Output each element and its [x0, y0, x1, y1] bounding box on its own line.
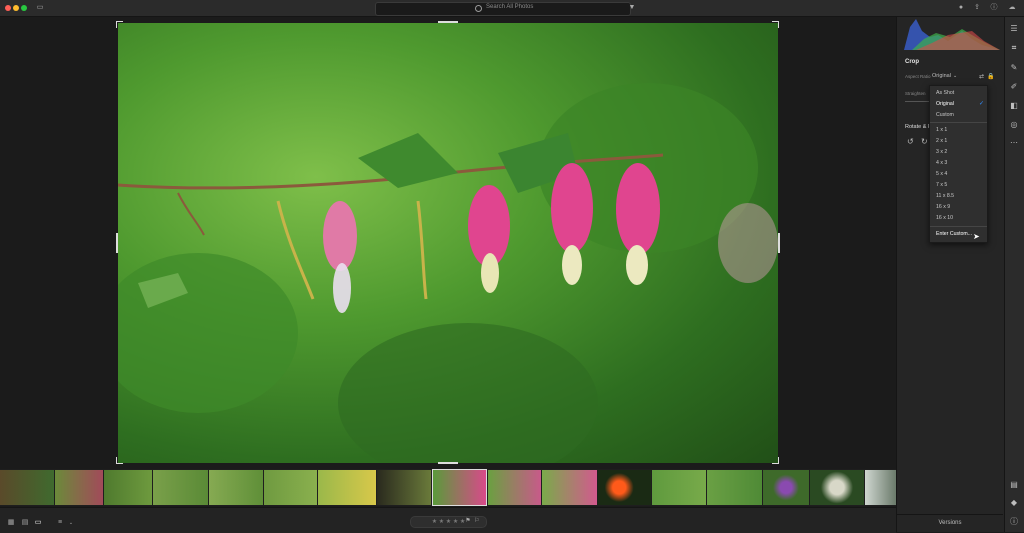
- minimize-window-button[interactable]: [13, 5, 19, 11]
- menu-item-ratio[interactable]: 11 x 8.5: [936, 193, 954, 199]
- info-icon[interactable]: ⓘ: [1009, 517, 1019, 527]
- search-icon: [475, 5, 482, 12]
- thumbnail[interactable]: [488, 470, 541, 505]
- menu-item-ratio[interactable]: 7 x 5: [936, 182, 947, 188]
- menu-item-ratio[interactable]: 2 x 1: [936, 138, 947, 144]
- sort-chevron-icon[interactable]: ⌄: [67, 519, 75, 527]
- photo-grid-view-icon[interactable]: ▤: [21, 519, 29, 527]
- rotate-left-icon[interactable]: ↺: [907, 137, 914, 146]
- filter-icon[interactable]: ▼: [628, 4, 636, 12]
- menu-item-ratio[interactable]: 1 x 1: [936, 127, 947, 133]
- menu-item-custom[interactable]: Custom: [936, 112, 954, 118]
- edit-sliders-icon[interactable]: ☰: [1009, 24, 1019, 34]
- square-grid-view-icon[interactable]: ▦: [7, 519, 15, 527]
- cloud-sync-icon[interactable]: ☁: [1008, 4, 1016, 12]
- thumbnail-selected[interactable]: [432, 469, 487, 506]
- menu-item-ratio[interactable]: 5 x 4: [936, 171, 947, 177]
- crop-handle-right[interactable]: [778, 233, 780, 253]
- keywords-icon[interactable]: ◆: [1009, 498, 1019, 508]
- swap-orientation-icon[interactable]: ⇄: [979, 73, 984, 80]
- crop-handle-bottom[interactable]: [438, 462, 458, 464]
- menu-item-enter-custom[interactable]: Enter Custom...: [936, 231, 972, 237]
- straighten-label: Straighten: [905, 91, 926, 96]
- comments-icon[interactable]: ▤: [1009, 480, 1019, 490]
- share-icon[interactable]: ⇪: [973, 4, 981, 12]
- crop-panel-title: Crop: [905, 59, 919, 65]
- menu-item-ratio[interactable]: 3 x 2: [936, 149, 947, 155]
- aspect-ratio-dropdown[interactable]: Original: [932, 73, 951, 79]
- crop-handle-left[interactable]: [116, 233, 118, 253]
- histogram: [904, 19, 1000, 50]
- help-icon[interactable]: ⓘ: [990, 4, 998, 12]
- checkmark-icon: ✓: [979, 101, 985, 107]
- thumbnail[interactable]: [104, 470, 152, 505]
- sidebar-toggle-icon[interactable]: ▭: [36, 4, 44, 12]
- menu-item-ratio[interactable]: 16 x 9: [936, 204, 950, 210]
- chevron-down-icon[interactable]: ⌄: [953, 73, 957, 79]
- versions-button[interactable]: Versions: [897, 514, 1003, 531]
- thumbnail[interactable]: [55, 470, 103, 505]
- thumbnail[interactable]: [318, 470, 376, 505]
- close-window-button[interactable]: [5, 5, 11, 11]
- mouse-cursor-icon: ➤: [973, 232, 980, 241]
- crop-handle-bottom-right[interactable]: [772, 457, 779, 464]
- thumbnail[interactable]: [598, 470, 651, 505]
- menu-item-as-shot[interactable]: As Shot: [936, 90, 954, 96]
- detail-view-icon[interactable]: ▭: [34, 519, 42, 527]
- crop-icon[interactable]: ⌗: [1009, 43, 1019, 53]
- healing-brush-icon[interactable]: ✎: [1009, 63, 1019, 73]
- tool-rail: [1004, 17, 1024, 532]
- thumbnail[interactable]: [763, 470, 809, 505]
- flag-icon[interactable]: ⚑: [464, 517, 472, 525]
- thumbnail[interactable]: [865, 470, 896, 505]
- thumbnail[interactable]: [153, 470, 208, 505]
- thumbnail[interactable]: [264, 470, 317, 505]
- menu-divider: [930, 226, 987, 227]
- flower-3: [551, 163, 593, 253]
- rotate-right-icon[interactable]: ↻: [921, 137, 928, 146]
- menu-divider: [930, 122, 987, 123]
- thumbnail[interactable]: [652, 470, 706, 505]
- thumbnail[interactable]: [0, 470, 54, 505]
- aspect-ratio-menu: As Shot Original ✓ Custom 1 x 1 2 x 1 3 …: [929, 85, 988, 243]
- thumbnail[interactable]: [542, 470, 597, 505]
- radial-gradient-icon[interactable]: ◎: [1009, 120, 1019, 130]
- crop-handle-top-left[interactable]: [116, 21, 123, 28]
- aspect-ratio-label: Aspect Ratio: [905, 74, 931, 79]
- linear-gradient-icon[interactable]: ◧: [1009, 101, 1019, 111]
- search-placeholder: Search All Photos: [486, 4, 534, 10]
- zoom-window-button[interactable]: [21, 5, 27, 11]
- flower-4: [616, 163, 660, 255]
- crop-handle-bottom-left[interactable]: [116, 457, 123, 464]
- menu-item-ratio[interactable]: 4 x 3: [936, 160, 947, 166]
- crop-handle-top[interactable]: [438, 21, 458, 23]
- menu-item-ratio[interactable]: 16 x 10: [936, 215, 953, 221]
- thumbnail[interactable]: [810, 470, 864, 505]
- brush-icon[interactable]: ✐: [1009, 82, 1019, 92]
- lock-icon[interactable]: 🔒: [987, 73, 994, 80]
- thumbnail[interactable]: [707, 470, 762, 505]
- thumbnail[interactable]: [377, 470, 431, 505]
- notifications-icon[interactable]: ●: [957, 4, 965, 12]
- sort-icon[interactable]: ≡: [56, 519, 64, 527]
- bleeding-heart-stem: [118, 133, 664, 308]
- photo-being-cropped[interactable]: [118, 23, 778, 463]
- crop-handle-top-right[interactable]: [772, 21, 779, 28]
- thumbnail[interactable]: [209, 470, 263, 505]
- reject-flag-icon[interactable]: ⚐: [473, 517, 481, 525]
- straighten-slider[interactable]: [905, 101, 930, 102]
- flower-1: [323, 201, 357, 271]
- more-options-icon[interactable]: ⋯: [1009, 138, 1019, 148]
- search-input[interactable]: Search All Photos: [375, 2, 631, 16]
- menu-item-original[interactable]: Original: [936, 101, 954, 107]
